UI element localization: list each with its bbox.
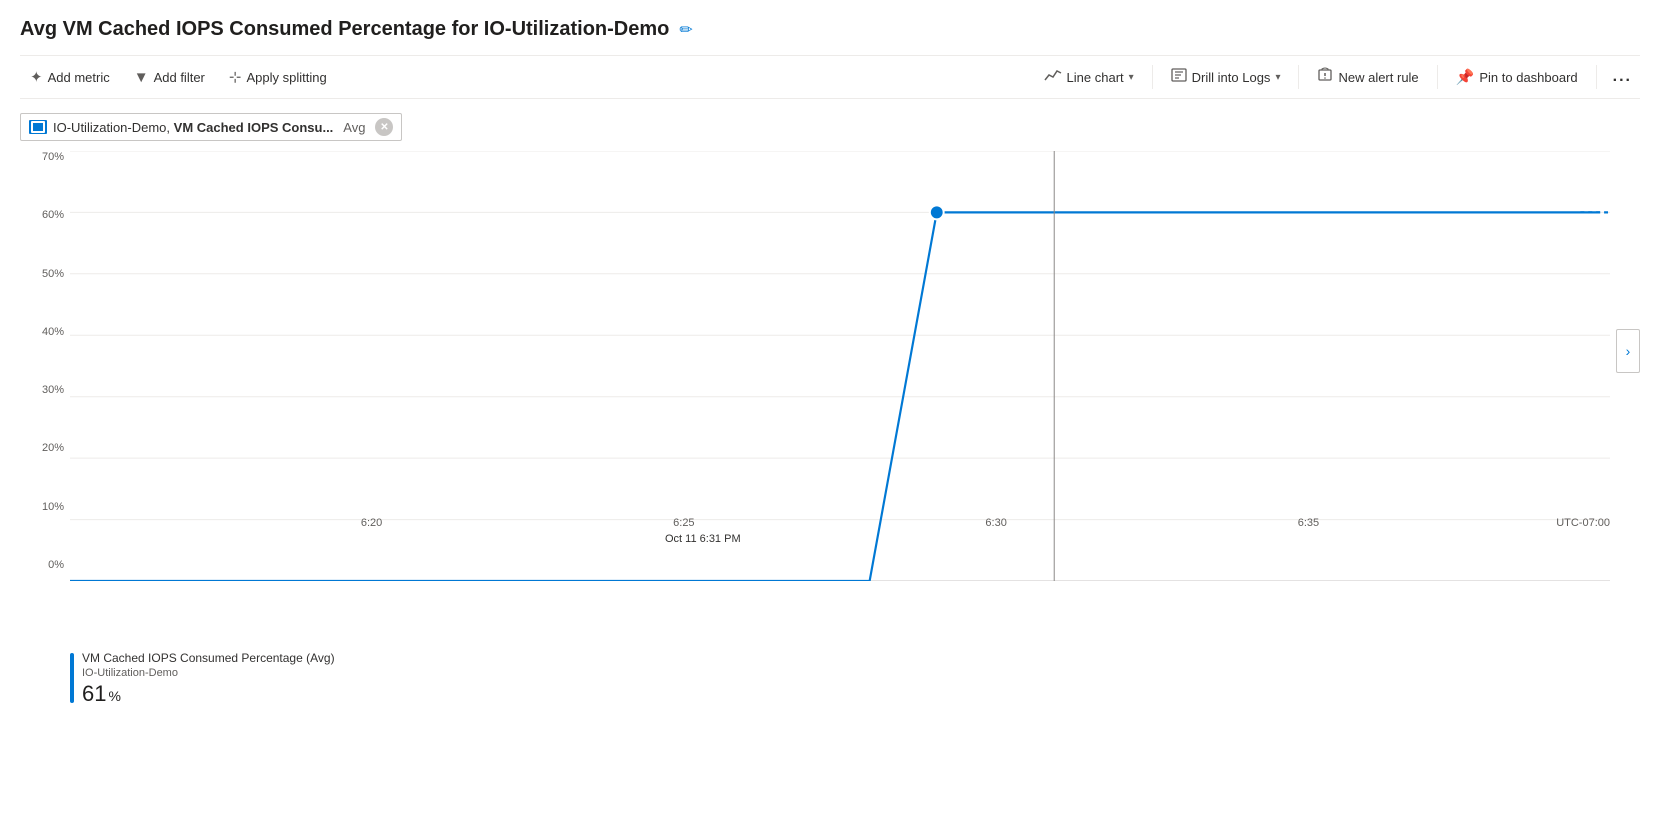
toolbar-left: ✦ Add metric ▼ Add filter ⊹ Apply splitt… — [20, 63, 1034, 91]
legend-title: VM Cached IOPS Consumed Percentage (Avg) — [82, 651, 335, 665]
pin-icon: 📌 — [1456, 68, 1475, 86]
y-label-0: 0% — [20, 559, 70, 571]
y-label-30: 30% — [20, 384, 70, 396]
pin-to-dashboard-button[interactable]: 📌 Pin to dashboard — [1446, 63, 1588, 91]
separator-3 — [1437, 65, 1438, 89]
line-chart-dropdown-arrow: ▾ — [1129, 72, 1134, 83]
x-axis-labels: 6:20 6:25 6:30 6:35 — [70, 517, 1610, 529]
x-label-630: 6:30 — [985, 517, 1006, 529]
utc-label: UTC-07:00 — [1556, 517, 1610, 529]
page-title: Avg VM Cached IOPS Consumed Percentage f… — [20, 18, 669, 41]
legend-color-bar — [70, 653, 74, 703]
y-label-20: 20% — [20, 442, 70, 454]
y-label-40: 40% — [20, 326, 70, 338]
x-label-620: 6:20 — [361, 517, 382, 529]
drill-into-logs-button[interactable]: Drill into Logs ▾ — [1161, 63, 1291, 91]
separator-1 — [1152, 65, 1153, 89]
metric-tag-name: IO-Utilization-Demo, VM Cached IOPS Cons… — [53, 120, 333, 135]
vm-icon — [29, 120, 47, 134]
y-label-60: 60% — [20, 209, 70, 221]
x-label-635: 6:35 — [1298, 517, 1319, 529]
filter-icon: ▼ — [134, 69, 149, 86]
toolbar: ✦ Add metric ▼ Add filter ⊹ Apply splitt… — [20, 55, 1640, 99]
metric-tag-row: IO-Utilization-Demo, VM Cached IOPS Cons… — [20, 113, 1640, 141]
line-chart-icon — [1044, 68, 1062, 86]
y-axis: 0% 10% 20% 30% 40% 50% 60% 70% — [20, 151, 70, 581]
legend-subtitle: IO-Utilization-Demo — [82, 667, 335, 679]
drill-logs-dropdown-arrow: ▾ — [1275, 72, 1280, 83]
legend-value-unit: % — [108, 688, 120, 704]
legend: VM Cached IOPS Consumed Percentage (Avg)… — [20, 651, 1640, 707]
apply-splitting-button[interactable]: ⊹ Apply splitting — [219, 63, 337, 91]
toolbar-right: Line chart ▾ Drill into Logs ▾ New alert… — [1034, 62, 1640, 92]
more-button[interactable]: ... — [1605, 63, 1640, 91]
add-metric-icon: ✦ — [30, 68, 43, 86]
separator-2 — [1298, 65, 1299, 89]
drill-logs-icon — [1171, 68, 1187, 86]
legend-text: VM Cached IOPS Consumed Percentage (Avg)… — [82, 651, 335, 707]
add-metric-button[interactable]: ✦ Add metric — [20, 63, 120, 91]
edit-icon[interactable]: ✏ — [679, 20, 692, 40]
chart-plot: Oct 11 6:31 PM 6:20 6:25 6:30 6:35 UTC-0… — [70, 151, 1610, 581]
y-label-10: 10% — [20, 501, 70, 513]
y-label-70: 70% — [20, 151, 70, 163]
y-label-50: 50% — [20, 268, 70, 280]
chart-container: 0% 10% 20% 30% 40% 50% 60% 70% — [20, 151, 1640, 641]
x-label-625: 6:25 — [673, 517, 694, 529]
legend-value: 61% — [82, 681, 335, 707]
expand-chart-button[interactable]: › — [1616, 329, 1640, 373]
tooltip-time-label: Oct 11 6:31 PM — [665, 533, 741, 545]
title-row: Avg VM Cached IOPS Consumed Percentage f… — [20, 18, 1640, 41]
metric-tag-aggregation: Avg — [343, 120, 365, 135]
alert-icon — [1317, 67, 1333, 87]
separator-4 — [1596, 65, 1597, 89]
metric-tag-close-button[interactable]: ✕ — [375, 118, 393, 136]
split-icon: ⊹ — [229, 68, 242, 86]
line-chart-button[interactable]: Line chart ▾ — [1034, 63, 1144, 91]
metric-tag: IO-Utilization-Demo, VM Cached IOPS Cons… — [20, 113, 402, 141]
add-filter-button[interactable]: ▼ Add filter — [124, 64, 215, 91]
new-alert-rule-button[interactable]: New alert rule — [1307, 62, 1428, 92]
